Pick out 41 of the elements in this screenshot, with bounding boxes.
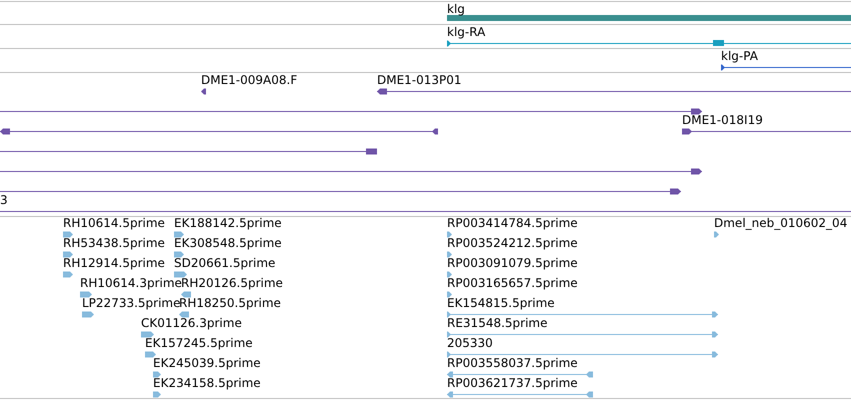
feature-label: RH10614.5prime — [63, 217, 165, 229]
feature-glyph[interactable] — [0, 148, 378, 154]
feature-label: klg-RA — [447, 26, 486, 38]
feature-label: Dmel_neb_010602_04 — [714, 217, 848, 229]
feature-label: klg — [447, 3, 465, 15]
feature-label: RP003524212.5prime — [447, 237, 578, 249]
feature-label: klg-PA — [721, 50, 758, 62]
feature-label: DME1-018I19 — [682, 114, 763, 126]
feature-label: RH10614.3prime — [80, 277, 182, 289]
feature-label: 205330 — [447, 337, 493, 349]
feature-glyph[interactable] — [201, 88, 206, 94]
feature-glyph[interactable] — [376, 88, 851, 94]
feature-label: RH53438.5prime — [63, 237, 165, 249]
feature-label: EK154815.5prime — [447, 297, 555, 309]
feature-label: CK01126.3prime — [141, 317, 242, 329]
feature-label: RH12914.5prime — [63, 257, 165, 269]
feature-label: RH20126.5prime — [181, 277, 283, 289]
feature-label: RP003414784.5prime — [447, 217, 578, 229]
feature-label: RP003558037.5prime — [447, 357, 578, 369]
feature-label: EK245039.5prime — [153, 357, 261, 369]
feature-label: 3 — [0, 194, 8, 206]
feature-glyph[interactable] — [0, 108, 702, 114]
feature-glyph[interactable] — [0, 128, 438, 134]
feature-label: DME1-013P01 — [377, 74, 462, 86]
feature-label: RP003091079.5prime — [447, 257, 578, 269]
feature-label: EK308548.5prime — [174, 237, 282, 249]
feature-label: SD20661.5prime — [174, 257, 276, 269]
feature-label: EK157245.5prime — [145, 337, 253, 349]
feature-glyph[interactable] — [682, 128, 851, 134]
feature-label: RP003621737.5prime — [447, 377, 578, 389]
feature-label: EK234158.5prime — [153, 377, 261, 389]
feature-label: LP22733.5prime — [82, 297, 181, 309]
feature-label: RP003165657.5prime — [447, 277, 578, 289]
feature-label: RE31548.5prime — [447, 317, 548, 329]
feature-label: DME1-009A08.F — [201, 74, 298, 86]
feature-label: RH18250.5prime — [179, 297, 281, 309]
feature-glyph[interactable] — [0, 188, 682, 194]
feature-glyph[interactable] — [446, 40, 851, 46]
feature-glyph[interactable] — [720, 64, 851, 70]
feature-glyph[interactable] — [0, 168, 702, 174]
feature-label: EK188142.5prime — [174, 217, 282, 229]
